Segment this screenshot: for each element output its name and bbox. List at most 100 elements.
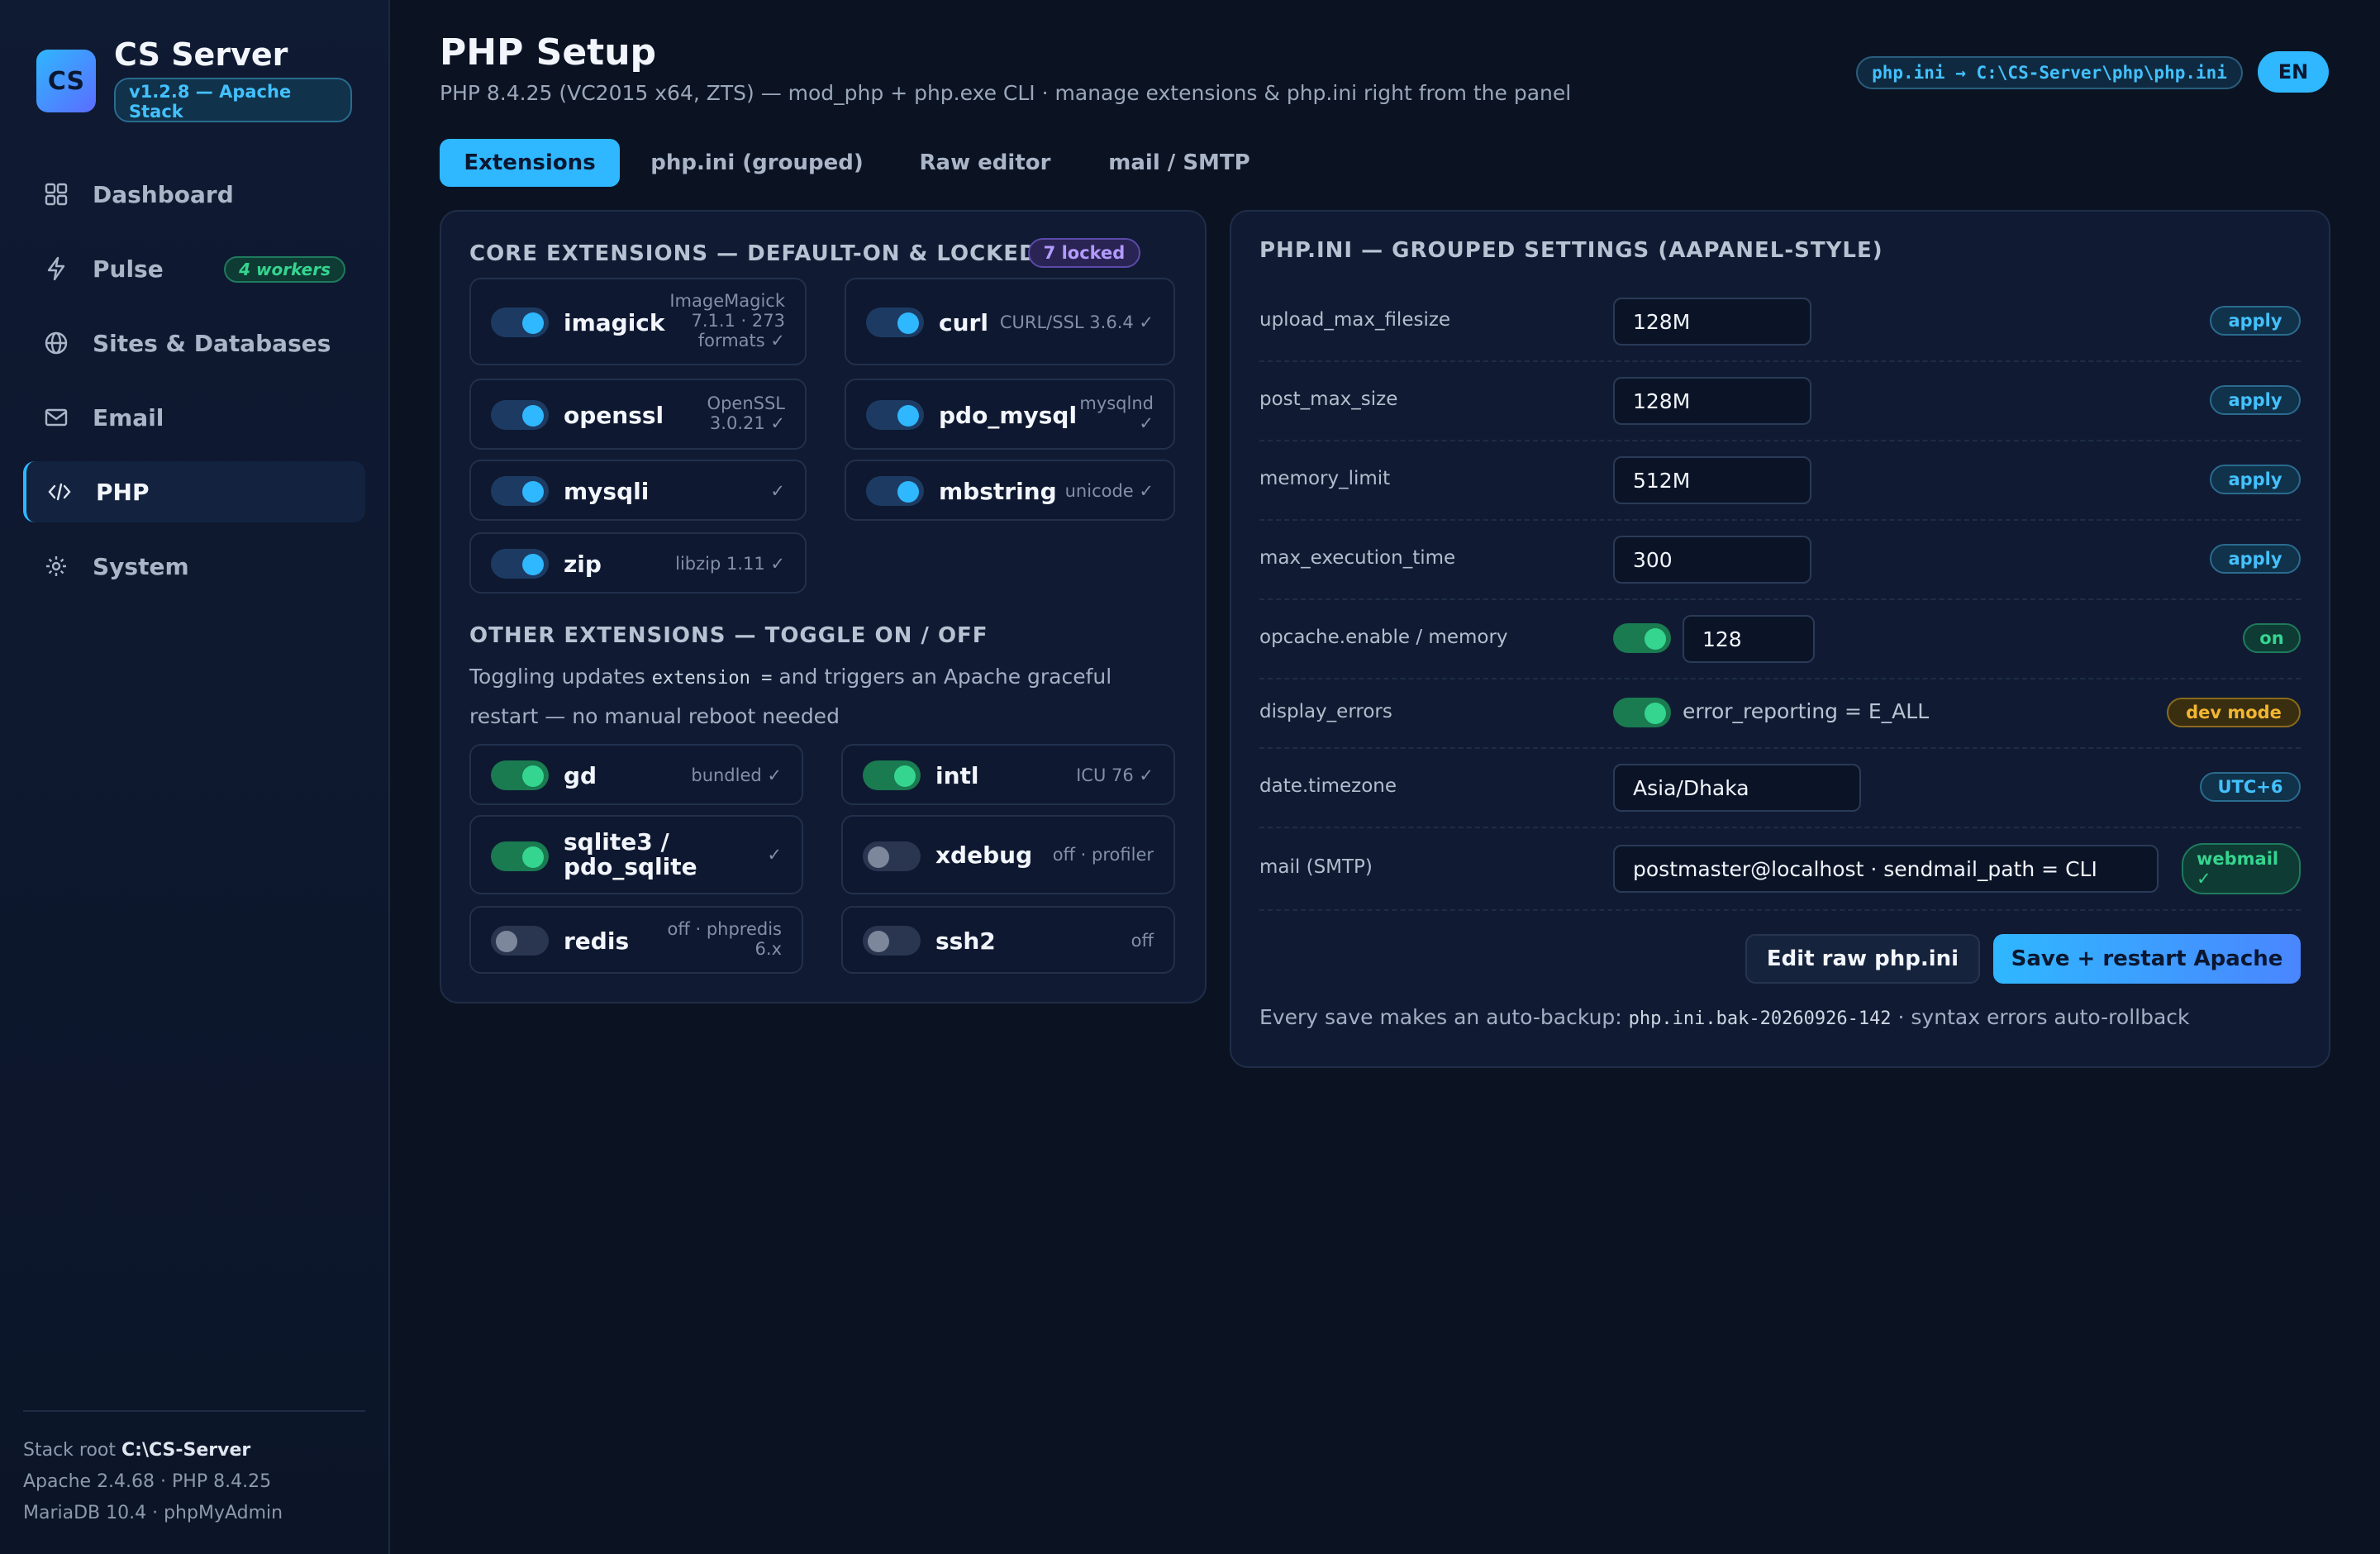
toggle-openssl[interactable] (491, 400, 549, 430)
setting-label: date.timezone (1259, 775, 1397, 797)
setting-label: mail (SMTP) (1259, 856, 1373, 878)
ext-meta: bundled ✓ (691, 765, 782, 785)
setting-label: memory_limit (1259, 468, 1391, 489)
display-errors-toggle[interactable] (1613, 698, 1671, 727)
app-name: CS Server (114, 36, 288, 73)
sidebar-item-label: Pulse (93, 255, 164, 283)
dev-mode-badge: dev mode (2167, 698, 2301, 727)
ext-card-ssh2: ssh2 off (841, 906, 1175, 974)
timezone-input[interactable]: Asia/Dhaka (1613, 764, 1861, 812)
ext-name: mysqli (564, 478, 650, 505)
row-divider (1259, 747, 2301, 749)
row-divider (1259, 909, 2301, 911)
ext-name: intl (935, 762, 979, 789)
sidebar-item-system[interactable]: System (23, 536, 365, 597)
toggle-mbstring[interactable] (866, 476, 924, 506)
apply-button[interactable]: apply (2210, 306, 2301, 336)
tab-phpini-grouped[interactable]: php.ini (grouped) (636, 139, 878, 187)
smtp-input[interactable]: postmaster@localhost · sendmail_path = C… (1613, 845, 2159, 893)
stack-db: MariaDB 10.4 · phpMyAdmin (23, 1503, 283, 1523)
toggle-curl[interactable] (866, 307, 924, 337)
gear-icon (43, 553, 69, 579)
sidebar-item-sites[interactable]: Sites & Databases (23, 312, 365, 374)
tab-raw-editor[interactable]: Raw editor (902, 139, 1068, 187)
row-divider (1259, 440, 2301, 441)
max-execution-time-input[interactable]: 300 (1613, 536, 1811, 584)
other-extensions-desc: Toggling updates extension = and trigger… (469, 665, 1112, 728)
app-logo: CS (36, 50, 96, 112)
ext-card-gd: gd bundled ✓ (469, 744, 803, 805)
tab-mail-smtp[interactable]: mail / SMTP (1092, 139, 1266, 187)
toggle-knob (1645, 628, 1666, 650)
ext-meta: mysqlnd ✓ (1079, 393, 1154, 433)
toggle-knob (868, 931, 889, 952)
sidebar-item-php[interactable]: PHP (23, 461, 365, 522)
sidebar-item-label: PHP (96, 478, 150, 506)
ext-card-pdo-mysql: pdo_mysql mysqlnd ✓ (845, 379, 1175, 450)
phpini-title: PHP.INI — GROUPED SETTINGS (AAPANEL-STYL… (1259, 238, 1883, 263)
sidebar: CS CS Server v1.2.8 — Apache Stack Dashb… (0, 0, 390, 1554)
page-title: PHP Setup (440, 31, 657, 74)
opcache-toggle[interactable] (1613, 623, 1671, 653)
ext-meta: libzip 1.11 ✓ (675, 554, 785, 574)
row-divider (1259, 360, 2301, 362)
ext-card-xdebug: xdebug off · profiler (841, 815, 1175, 894)
tab-extensions[interactable]: Extensions (440, 139, 620, 187)
apply-button[interactable]: apply (2210, 465, 2301, 494)
row-divider (1259, 827, 2301, 828)
ini-path-pill[interactable]: php.ini → C:\CS-Server\php\php.ini (1856, 56, 2243, 89)
apply-button[interactable]: apply (2210, 544, 2301, 574)
stack-versions: Apache 2.4.68 · PHP 8.4.25 (23, 1471, 272, 1492)
apply-button[interactable]: apply (2210, 385, 2301, 415)
upload-max-filesize-input[interactable]: 128M (1613, 298, 1811, 346)
toggle-xdebug[interactable] (863, 841, 921, 871)
toggle-zip[interactable] (491, 549, 549, 579)
toggle-gd[interactable] (491, 760, 549, 790)
memory-limit-input[interactable]: 512M (1613, 456, 1811, 504)
ext-card-intl: intl ICU 76 ✓ (841, 744, 1175, 805)
toggle-sqlite3[interactable] (491, 841, 549, 871)
sidebar-item-email[interactable]: Email (23, 387, 365, 448)
toggle-knob (496, 931, 517, 952)
toggle-mysqli[interactable] (491, 476, 549, 506)
save-restart-apache-button[interactable]: Save + restart Apache (1993, 934, 2301, 984)
toggle-ssh2[interactable] (863, 926, 921, 956)
bolt-icon (43, 255, 69, 282)
toggle-knob (522, 312, 544, 334)
toggle-imagick[interactable] (491, 307, 549, 337)
toggle-knob (522, 481, 544, 503)
opcache-memory-input[interactable]: 128 (1683, 615, 1815, 663)
grid-icon (43, 181, 69, 207)
ext-name: mbstring (939, 478, 1057, 505)
row-divider (1259, 598, 2301, 600)
ext-name: openssl (564, 402, 664, 429)
mail-icon (43, 404, 69, 431)
toggle-intl[interactable] (863, 760, 921, 790)
brand: CS CS Server v1.2.8 — Apache Stack (36, 36, 367, 127)
backup-note: Every save makes an auto-backup: php.ini… (1259, 1005, 2190, 1029)
ext-name: imagick (564, 309, 665, 336)
ext-meta: ICU 76 ✓ (1076, 765, 1154, 785)
toggle-knob (897, 312, 919, 334)
ext-card-zip: zip libzip 1.11 ✓ (469, 532, 807, 593)
sidebar-item-dashboard[interactable]: Dashboard (23, 164, 365, 225)
utc-offset-badge: UTC+6 (2200, 772, 2301, 802)
sidebar-item-label: Email (93, 403, 164, 431)
sidebar-item-pulse[interactable]: Pulse 4 workers (23, 238, 365, 299)
toggle-pdo-mysql[interactable] (866, 400, 924, 430)
version-badge: v1.2.8 — Apache Stack (114, 78, 352, 122)
edit-raw-phpini-button[interactable]: Edit raw php.ini (1745, 934, 1980, 984)
ext-card-sqlite3: sqlite3 / pdo_sqlite ✓ (469, 815, 803, 894)
ext-meta: off · phpredis 6.x (667, 919, 782, 959)
ext-card-redis: redis off · phpredis 6.x (469, 906, 803, 974)
page-subtitle: PHP 8.4.25 (VC2015 x64, ZTS) — mod_php +… (440, 81, 1572, 105)
toggle-redis[interactable] (491, 926, 549, 956)
core-extensions-title: CORE EXTENSIONS — DEFAULT-ON & LOCKED (469, 241, 1038, 266)
post-max-size-input[interactable]: 128M (1613, 377, 1811, 425)
row-divider (1259, 678, 2301, 679)
ext-card-imagick: imagick ImageMagick 7.1.1 · 273 formats … (469, 278, 807, 365)
sidebar-item-label: System (93, 552, 189, 580)
ext-meta: ImageMagick 7.1.1 · 273 formats ✓ (669, 291, 785, 350)
language-button[interactable]: EN (2258, 51, 2329, 93)
ext-card-openssl: openssl OpenSSL 3.0.21 ✓ (469, 379, 807, 450)
